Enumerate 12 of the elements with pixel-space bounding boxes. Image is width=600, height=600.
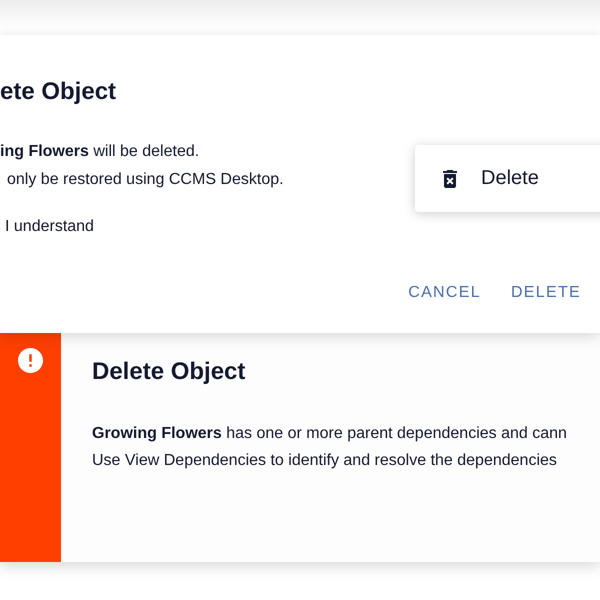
trash-icon xyxy=(443,170,457,188)
dialog-message: only be restored using CCMS Desktop. xyxy=(6,170,284,190)
menu-item[interactable]: Delete xyxy=(415,145,600,212)
dialog-message: ing Flowers will be deleted. xyxy=(0,142,200,162)
dialog-title: ete Object xyxy=(0,77,116,107)
confirm-label: I understand xyxy=(5,217,94,237)
alert-message: Growing Flowers has one or more parent dependencies and cann xyxy=(92,424,567,444)
text-button[interactable]: CANCEL xyxy=(400,275,489,311)
alert-message: Use View Dependencies to identify and resolve the dependencies xyxy=(92,451,557,471)
text-button[interactable]: DELETE xyxy=(502,275,589,311)
alert-title: Delete Object xyxy=(92,357,246,387)
exclamation-icon xyxy=(18,348,43,373)
